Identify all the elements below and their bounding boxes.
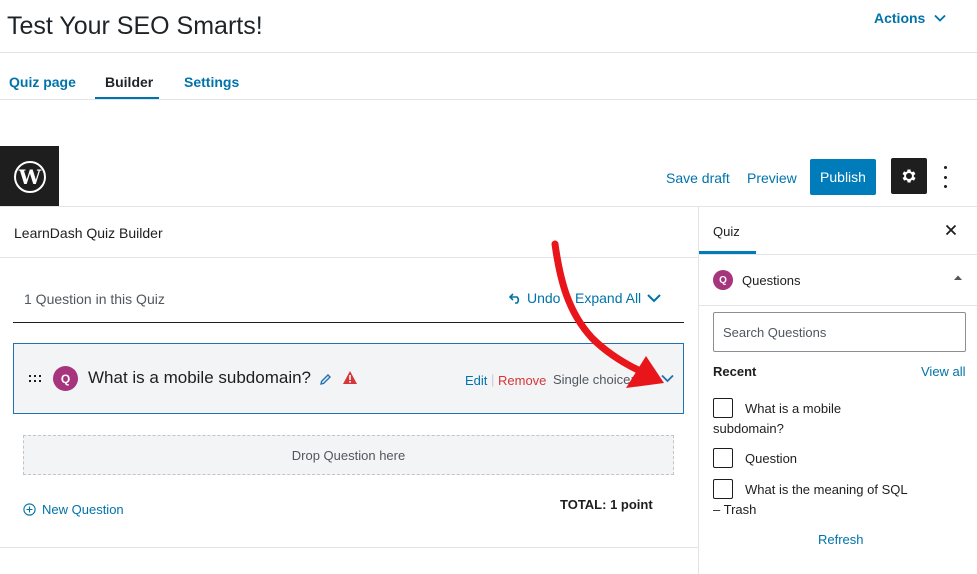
actions-label: Actions	[874, 10, 926, 26]
save-draft-button[interactable]: Save draft	[666, 170, 730, 186]
new-question-label: New Question	[42, 502, 124, 517]
kebab-menu-icon[interactable]	[938, 166, 952, 188]
expand-all-label: Expand All	[575, 290, 642, 306]
page-title: Test Your SEO Smarts!	[7, 12, 263, 40]
question-row[interactable]: Q What is a mobile subdomain? Edit | Rem…	[13, 343, 684, 414]
chevron-down-icon	[934, 14, 946, 22]
chevron-down-icon[interactable]	[661, 374, 674, 383]
drop-zone[interactable]: Drop Question here	[23, 435, 674, 475]
builder-bottom-divider	[0, 547, 698, 548]
builder-title: LearnDash Quiz Builder	[14, 225, 163, 241]
drag-handle-icon[interactable]	[29, 375, 41, 383]
questions-panel-title: Questions	[742, 273, 801, 288]
settings-button[interactable]	[891, 158, 927, 194]
recent-question-label-cont: subdomain?	[713, 421, 784, 436]
undo-button[interactable]: Undo	[509, 290, 560, 306]
builder-title-divider	[0, 257, 698, 258]
view-all-link[interactable]: View all	[921, 364, 966, 379]
question-count: 1 Question in this Quiz	[24, 291, 165, 307]
tab-quiz-page[interactable]: Quiz page	[9, 74, 76, 90]
recent-question-label: What is a mobile	[745, 401, 842, 416]
edit-question-link[interactable]: Edit	[465, 373, 487, 388]
publish-button[interactable]: Publish	[810, 159, 876, 195]
page-tabs: Quiz page Builder Settings	[0, 53, 977, 100]
recent-question-label-cont: – Trash	[713, 502, 757, 517]
gear-icon	[902, 169, 916, 183]
questions-panel-header[interactable]: Q Questions	[699, 255, 977, 306]
questions-badge: Q	[713, 270, 733, 290]
panel-header-divider	[699, 305, 977, 306]
question-list-divider	[13, 322, 684, 323]
wordpress-logo-icon: W	[13, 160, 46, 193]
wordpress-logo-button[interactable]: W	[0, 146, 59, 207]
pencil-icon[interactable]	[319, 373, 332, 386]
search-questions-input[interactable]	[713, 312, 966, 352]
close-icon[interactable]	[944, 223, 958, 237]
question-type: Single choice: 1	[553, 372, 645, 387]
tab-builder[interactable]: Builder	[105, 74, 153, 90]
question-checkbox[interactable]	[713, 398, 733, 418]
chevron-down-icon	[647, 294, 661, 303]
recent-question-label: What is the meaning of SQL	[745, 482, 908, 497]
remove-question-link[interactable]: Remove	[498, 373, 546, 388]
toolbar-separator: |	[566, 289, 570, 305]
refresh-link[interactable]: Refresh	[818, 532, 864, 547]
warning-icon	[343, 371, 357, 384]
caret-up-icon[interactable]	[953, 274, 963, 281]
svg-text:W: W	[17, 165, 41, 189]
new-question-button[interactable]: New Question	[23, 502, 124, 517]
expand-all-button[interactable]: Expand All	[575, 290, 661, 306]
sidebar-tab-quiz[interactable]: Quiz	[713, 224, 740, 239]
question-checkbox[interactable]	[713, 448, 733, 468]
actions-menu-button[interactable]: Actions	[874, 10, 947, 26]
recent-label: Recent	[713, 364, 757, 379]
tabs-divider	[0, 99, 977, 100]
question-badge: Q	[53, 366, 78, 391]
question-title: What is a mobile subdomain?	[88, 368, 312, 387]
question-checkbox[interactable]	[713, 479, 733, 499]
total-points: TOTAL: 1 point	[560, 497, 653, 512]
tab-settings[interactable]: Settings	[184, 74, 239, 90]
recent-question-label: Question	[745, 451, 798, 466]
undo-label: Undo	[527, 290, 561, 306]
preview-button[interactable]: Preview	[747, 170, 797, 186]
toolbar-divider	[0, 206, 977, 207]
link-separator: |	[491, 372, 495, 387]
plus-circle-icon	[23, 503, 36, 516]
undo-icon	[509, 292, 520, 304]
